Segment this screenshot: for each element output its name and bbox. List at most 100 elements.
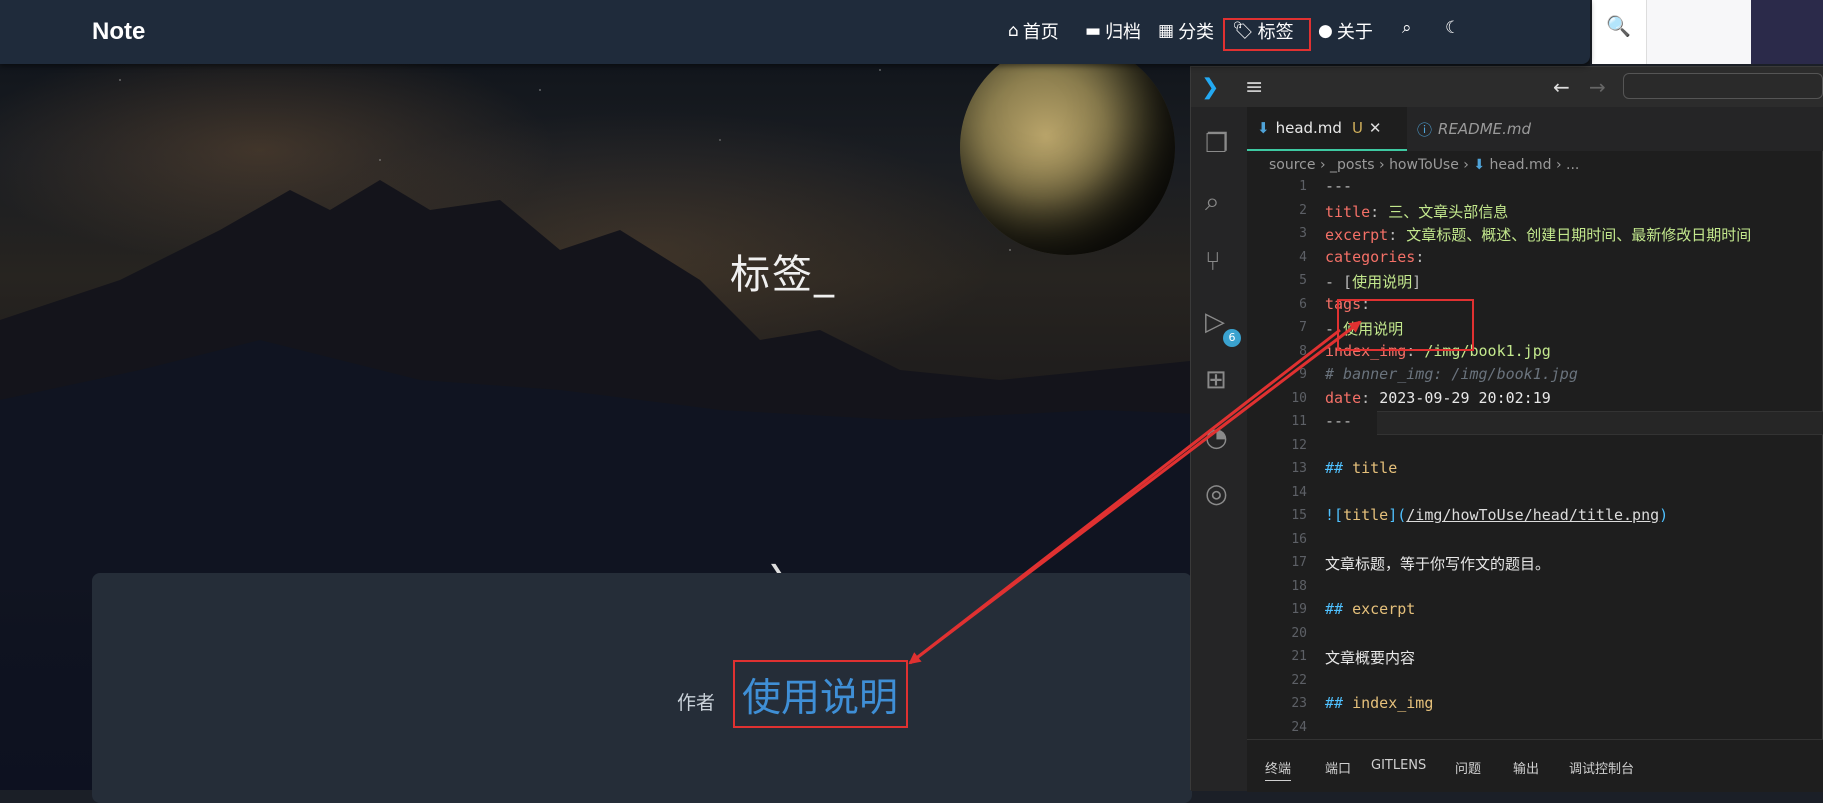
- line-number: 1: [1299, 179, 1307, 194]
- line-number: 16: [1291, 531, 1307, 547]
- highlight-box-code-tags: [1337, 299, 1474, 351]
- line-number: 12: [1291, 437, 1307, 453]
- line-number: 22: [1291, 672, 1307, 688]
- code-line[interactable]: ![title](/img/howToUse/head/title.png): [1325, 506, 1668, 524]
- code-token: 文章标题，等于你写作文的题目。: [1325, 555, 1551, 573]
- code-token: ---: [1325, 412, 1353, 430]
- code-token: 文章标题、概述、创建日期时间、最新修改日期时间: [1406, 226, 1752, 244]
- line-number: 9: [1299, 367, 1307, 382]
- code-line[interactable]: ---: [1325, 412, 1352, 430]
- code-line[interactable]: date: 2023-09-29 20:02:19: [1325, 389, 1551, 407]
- search-button[interactable]: ⌕: [1402, 18, 1412, 38]
- line-number: 11: [1291, 414, 1307, 429]
- author-label: 作者: [677, 692, 716, 714]
- code-line[interactable]: excerpt: 文章标题、概述、创建日期时间、最新修改日期时间: [1325, 224, 1751, 245]
- gitlens-icon[interactable]: ◔: [1205, 423, 1228, 453]
- source-control-icon[interactable]: ⑂: [1205, 247, 1221, 277]
- breadcrumb-item[interactable]: ...: [1566, 157, 1579, 173]
- command-center-input[interactable]: [1623, 73, 1823, 99]
- grid-icon: ▦: [1158, 21, 1175, 41]
- line-number: 14: [1291, 484, 1307, 500]
- breadcrumb-item[interactable]: _posts: [1330, 157, 1375, 173]
- code-line[interactable]: categories:: [1325, 248, 1424, 266]
- code-line[interactable]: ## index_img: [1325, 694, 1433, 712]
- chevron-right-icon: ›: [1379, 157, 1390, 173]
- code-token: 文章概要内容: [1325, 649, 1416, 667]
- code-token: 使用说明: [1352, 273, 1413, 291]
- extensions-icon[interactable]: ⊞: [1205, 365, 1227, 395]
- remote-icon[interactable]: ◎: [1205, 479, 1228, 509]
- code-token: date: [1325, 388, 1362, 407]
- code-token: ![: [1325, 506, 1344, 524]
- tab-label: head.md: [1275, 119, 1342, 137]
- search-icon[interactable]: ⌕: [1205, 187, 1220, 218]
- code-token: 2023-09-29 20:02:19: [1379, 388, 1551, 407]
- code-line[interactable]: 文章标题，等于你写作文的题目。: [1325, 553, 1550, 574]
- tab-head-md[interactable]: ⬇ head.md U ✕: [1247, 107, 1407, 151]
- code-line[interactable]: title: 三、文章头部信息: [1325, 201, 1508, 222]
- forward-arrow-icon[interactable]: →: [1589, 75, 1606, 99]
- back-arrow-icon[interactable]: ←: [1553, 75, 1570, 99]
- panel-tab-ports[interactable]: 端口: [1325, 758, 1351, 777]
- panel-tab-problems[interactable]: 问题: [1455, 758, 1481, 777]
- nav-home-label: 首页: [1022, 22, 1059, 43]
- code-line[interactable]: ## excerpt: [1325, 600, 1415, 618]
- browser-side-strip: [1751, 0, 1823, 64]
- code-line[interactable]: # banner_img: /img/book1.jpg: [1325, 365, 1578, 383]
- code-token: excerpt: [1325, 226, 1389, 244]
- code-editor[interactable]: 1 --- 2 title: 三、文章头部信息 3 excerpt: 文章标题、概述、创建…: [1247, 179, 1823, 739]
- code-line[interactable]: ## title: [1325, 459, 1397, 477]
- code-line[interactable]: 文章概要内容: [1325, 647, 1415, 668]
- code-token: ]: [1412, 273, 1422, 291]
- tab-status: U: [1351, 119, 1363, 137]
- code-token: :: [1388, 226, 1407, 244]
- nav-home[interactable]: ⌂ 首页: [1008, 18, 1059, 44]
- line-number: 15: [1291, 508, 1307, 523]
- code-token: 三、文章头部信息: [1388, 202, 1509, 221]
- breadcrumb-item[interactable]: head.md: [1490, 157, 1552, 173]
- code-token: title: [1352, 459, 1398, 477]
- brand-logo[interactable]: Note: [92, 18, 145, 46]
- code-token: index_img: [1352, 694, 1434, 712]
- menu-icon[interactable]: ≡: [1245, 75, 1263, 100]
- code-line[interactable]: ---: [1325, 179, 1352, 195]
- theme-toggle[interactable]: ☾: [1445, 18, 1460, 38]
- content-card: [92, 573, 1192, 803]
- code-line[interactable]: - [使用说明]: [1325, 271, 1421, 292]
- panel-tab-terminal[interactable]: 终端: [1265, 758, 1292, 781]
- nav-archive-label: 归档: [1105, 22, 1142, 43]
- nav-categories-label: 分类: [1178, 22, 1215, 43]
- line-number: 23: [1291, 696, 1307, 711]
- line-number: 3: [1299, 226, 1307, 241]
- highlight-box-tag: [733, 660, 908, 728]
- breadcrumb-item[interactable]: source: [1269, 157, 1316, 173]
- panel-tab-gitlens[interactable]: GITLENS: [1371, 758, 1426, 773]
- line-number: 5: [1299, 273, 1307, 288]
- nav-archive[interactable]: ▬ 归档: [1085, 18, 1141, 44]
- panel-tab-output[interactable]: 输出: [1513, 758, 1539, 777]
- code-token: /img/howToUse/head/title.png: [1406, 506, 1660, 524]
- code-token: excerpt: [1352, 600, 1416, 618]
- home-icon: ⌂: [1008, 21, 1019, 41]
- hero-title: 标签_: [730, 252, 836, 298]
- user-icon: ●: [1318, 21, 1333, 41]
- nav-about-label: 关于: [1336, 22, 1373, 43]
- close-icon[interactable]: ✕: [1369, 119, 1382, 137]
- vscode-window: ❯ ≡ ← → ❐ ⌕ ⑂ 6 ▷ ⊞ ◔ ◎ ⬇ head.md U ✕ ⓘ …: [1190, 66, 1823, 792]
- tab-readme-md[interactable]: ⓘ README.md: [1407, 107, 1541, 151]
- browser-search-tab[interactable]: 🔍: [1592, 0, 1646, 64]
- nav-categories[interactable]: ▦ 分类: [1158, 18, 1214, 44]
- line-number: 6: [1299, 296, 1307, 312]
- breadcrumb: source › _posts › howToUse › ⬇ head.md ›…: [1269, 157, 1579, 173]
- code-token: ##: [1325, 600, 1353, 618]
- explorer-icon[interactable]: ❐: [1205, 129, 1228, 159]
- tab-label: README.md: [1438, 120, 1532, 138]
- run-debug-icon[interactable]: ▷: [1205, 307, 1225, 337]
- line-number: 13: [1291, 461, 1307, 476]
- code-token: :: [1415, 247, 1425, 266]
- nav-about[interactable]: ● 关于: [1318, 18, 1373, 44]
- breadcrumb-item[interactable]: howToUse: [1389, 157, 1459, 173]
- panel-tab-debug-console[interactable]: 调试控制台: [1569, 758, 1634, 777]
- line-number: 2: [1299, 202, 1307, 218]
- line-number: 8: [1299, 343, 1307, 359]
